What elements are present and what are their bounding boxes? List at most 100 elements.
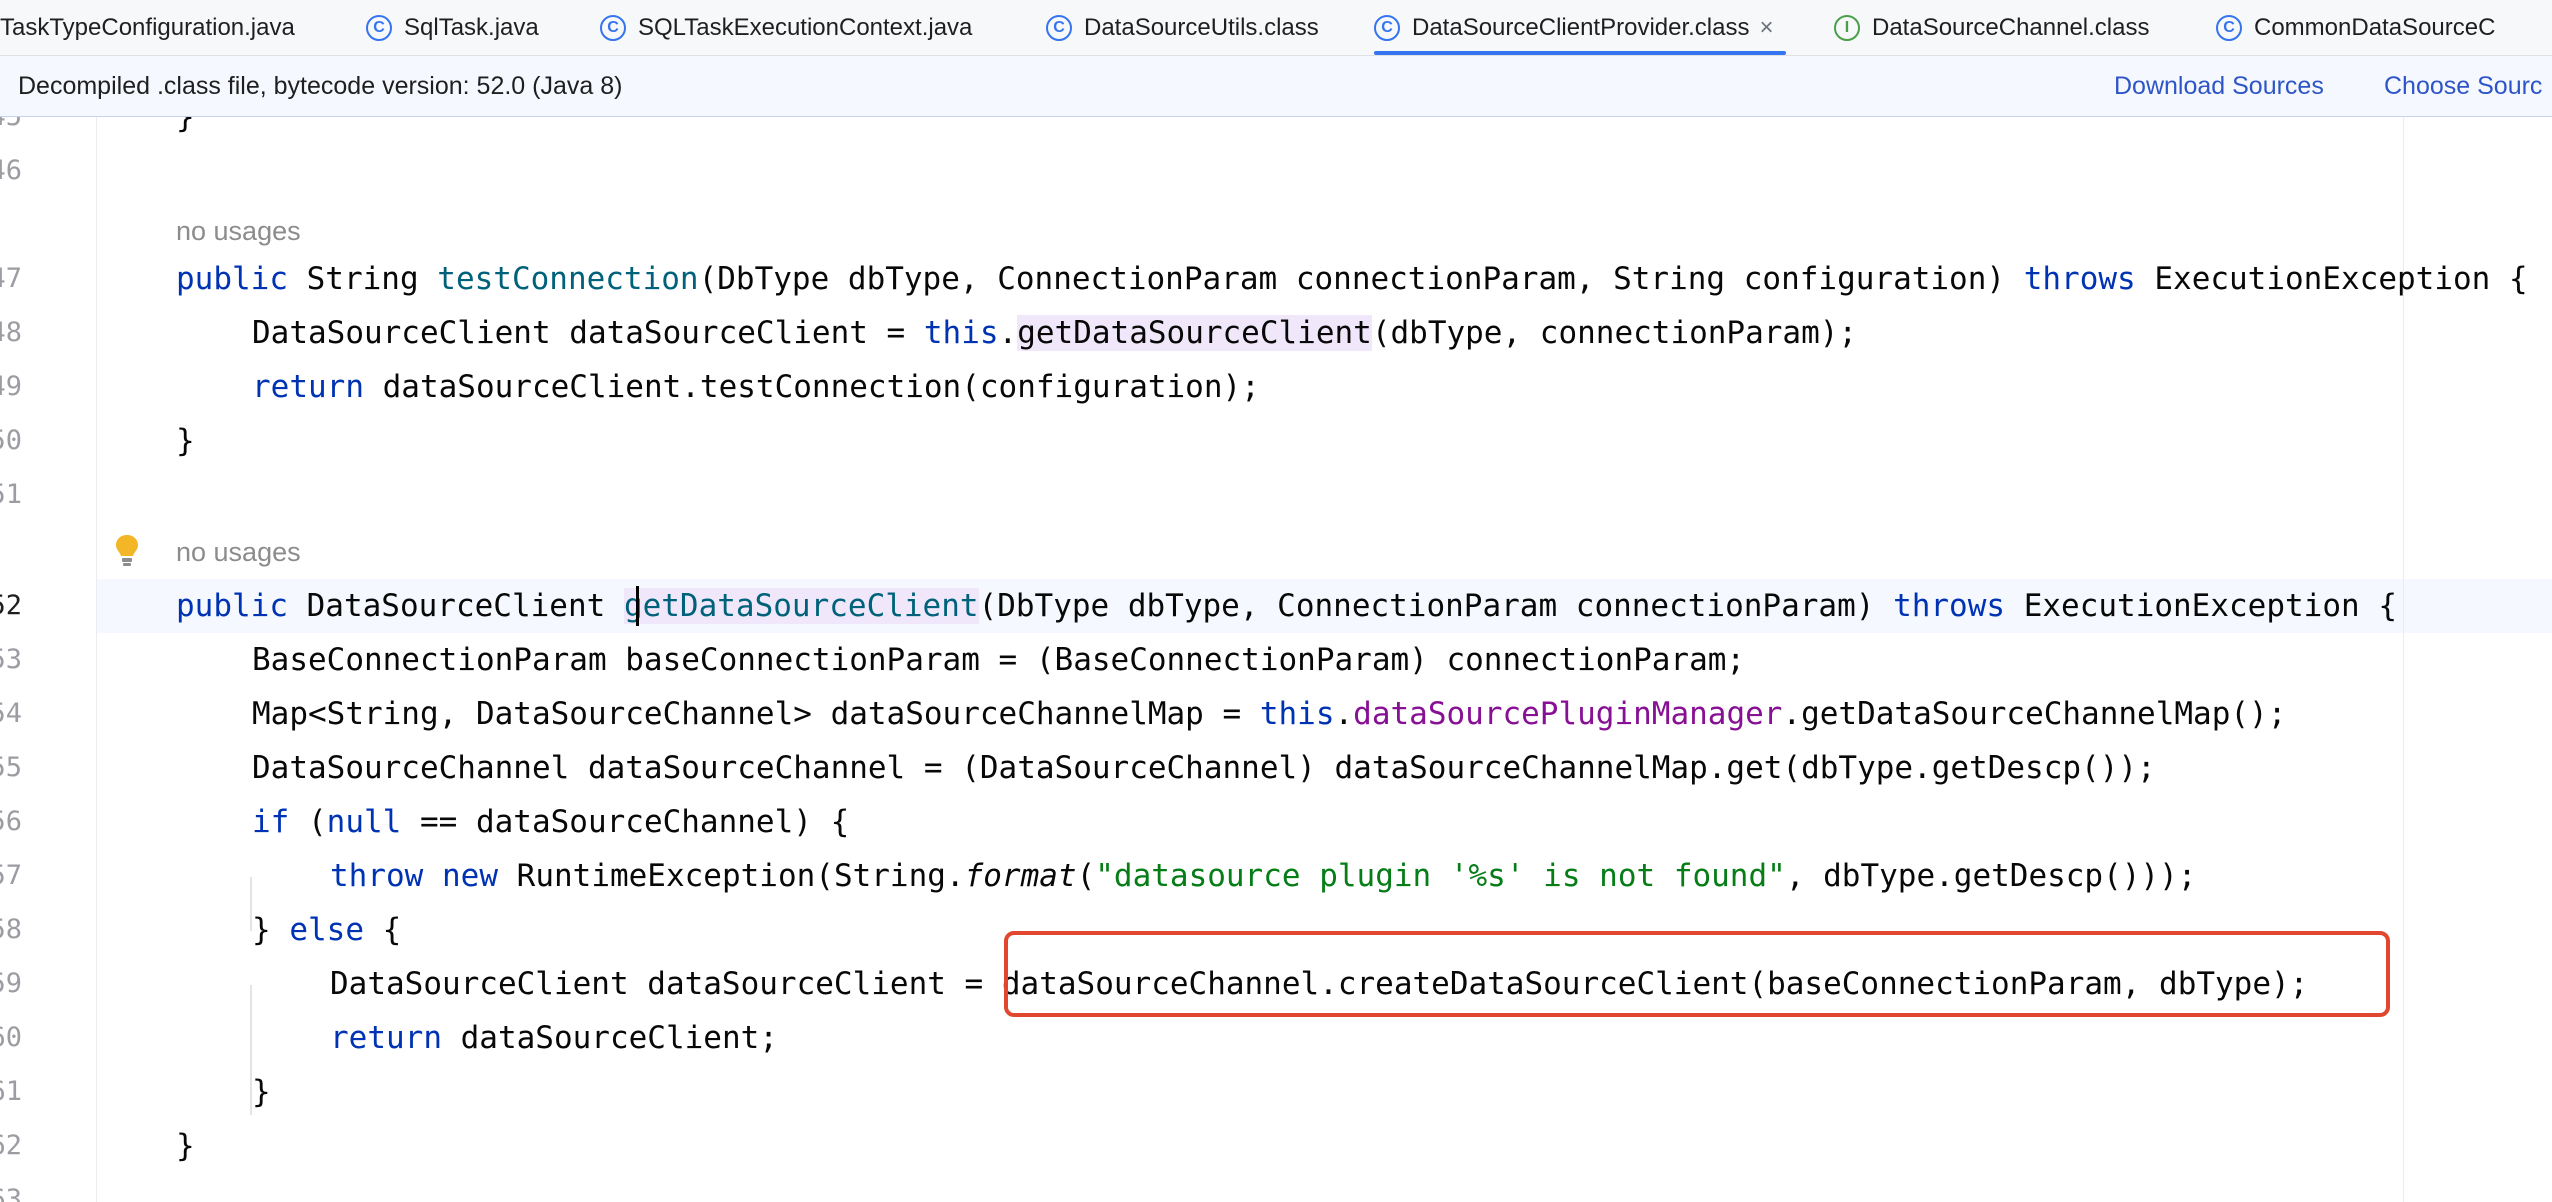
keyword: this (1259, 696, 1335, 732)
code-text: == dataSourceChannel) { (401, 804, 850, 840)
tab-label: DataSourceClientProvider.class (1412, 13, 1750, 41)
download-sources-link[interactable]: Download Sources (2114, 72, 2324, 101)
keyword: null (326, 804, 402, 840)
keyword: throw (330, 858, 424, 894)
tab-label: TaskTypeConfiguration.java (0, 13, 295, 41)
tab-datasource-client-provider[interactable]: C DataSourceClientProvider.class × (1374, 0, 1786, 55)
code-line-48: DataSourceClient dataSourceClient = this… (252, 306, 1857, 360)
class-icon: C (2216, 14, 2242, 41)
code-line-57: throw new RuntimeException(String.format… (330, 849, 2196, 903)
code-editor[interactable]: 45 46 47 48 49 50 51 52 53 54 55 56 57 5… (0, 117, 2552, 1202)
interface-icon: I (1834, 14, 1860, 41)
text-caret (636, 586, 639, 626)
keyword: if (252, 804, 290, 840)
code-text: RuntimeException(String. (498, 858, 965, 894)
keyword: new (442, 858, 498, 894)
code-line-52: public DataSourceClient getDataSourceCli… (176, 579, 2397, 633)
editor-tab-bar: TaskTypeConfiguration.java C SqlTask.jav… (0, 0, 2552, 56)
code-text: String (287, 261, 438, 297)
code-line-56: if (null == dataSourceChannel) { (252, 795, 849, 849)
code-text: { (363, 912, 402, 948)
code-line-47: public String testConnection(DbType dbTy… (176, 252, 2528, 306)
code-line-60: return dataSourceClient; (330, 1011, 778, 1065)
method-usage-highlight[interactable]: getDataSourceClient (1017, 315, 1372, 351)
line-number: 56 (0, 806, 22, 837)
code-text: dataSourceClient.testConnection(configur… (363, 369, 1260, 405)
code-line-49: return dataSourceClient.testConnection(c… (252, 360, 1260, 414)
code-line-53: BaseConnectionParam baseConnectionParam … (252, 642, 1746, 678)
decompiled-notification-banner: Decompiled .class file, bytecode version… (0, 56, 2552, 117)
line-number: 61 (0, 1076, 22, 1107)
tab-sql-task-execution-context[interactable]: C SQLTaskExecutionContext.java (600, 0, 972, 55)
line-number: 46 (0, 155, 22, 186)
code-text: ExecutionException { (2135, 261, 2528, 297)
tab-common-datasource[interactable]: C CommonDataSourceC (2216, 0, 2495, 55)
code-text: . (1334, 696, 1354, 732)
line-number: 55 (0, 752, 22, 783)
class-icon: C (366, 14, 392, 41)
class-icon: C (600, 14, 626, 41)
usages-hint[interactable]: no usages (176, 204, 301, 258)
keyword: public (176, 261, 288, 297)
static-method-call: format (964, 858, 1077, 894)
code-line-50: } (176, 423, 195, 459)
line-number: 58 (0, 914, 22, 945)
line-number: 51 (0, 479, 22, 510)
code-line-61: } (252, 1074, 271, 1110)
keyword: return (330, 1020, 442, 1056)
code-text: ( (289, 804, 327, 840)
code-text: Map<String, DataSourceChannel> dataSourc… (252, 696, 1260, 732)
line-number: 54 (0, 698, 22, 729)
line-number-current: 52 (0, 590, 22, 621)
code-text: DataSourceClient dataSourceClient = (252, 315, 924, 351)
line-number: 59 (0, 968, 22, 999)
keyword: throws (1893, 588, 2006, 624)
code-line-45: } (176, 117, 195, 135)
code-text: DataSourceClient dataSourceClient = (330, 966, 1002, 1002)
line-number: 62 (0, 1130, 22, 1161)
code-text: ( (1076, 858, 1096, 894)
tab-label: CommonDataSourceC (2254, 13, 2496, 41)
keyword: else (289, 912, 364, 948)
choose-sources-link[interactable]: Choose Sourc (2384, 72, 2542, 101)
code-text: .getDataSourceChannelMap(); (1782, 696, 2287, 732)
line-number: 57 (0, 860, 22, 891)
code-line-62: } (176, 1128, 195, 1164)
tab-label: SqlTask.java (404, 13, 539, 41)
keyword: return (252, 369, 364, 405)
line-number: 63 (0, 1184, 22, 1202)
line-number: 47 (0, 263, 22, 294)
code-text: . (998, 315, 1018, 351)
class-icon: C (1374, 14, 1400, 41)
tab-label: DataSourceUtils.class (1084, 13, 1319, 41)
string-literal: "datasource plugin '%s' is not found" (1095, 858, 1786, 894)
line-number: 60 (0, 1022, 22, 1053)
field-reference[interactable]: dataSourcePluginManager (1353, 696, 1782, 732)
banner-message: Decompiled .class file, bytecode version… (18, 72, 623, 100)
code-text: ExecutionException { (2005, 588, 2397, 624)
keyword: throws (2023, 261, 2136, 297)
lightbulb-icon[interactable] (114, 533, 140, 567)
tab-sql-task[interactable]: C SqlTask.java (366, 0, 539, 55)
tab-label: SQLTaskExecutionContext.java (638, 13, 973, 41)
method-declaration[interactable]: testConnection (437, 261, 698, 297)
code-text: } (252, 912, 290, 948)
code-text: (dbType, connectionParam); (1371, 315, 1858, 351)
class-icon: C (1046, 14, 1072, 41)
code-text: dataSourceClient; (441, 1020, 778, 1056)
method-declaration[interactable]: getDataSourceClient (623, 588, 979, 624)
keyword: this (923, 315, 999, 351)
line-number: 45 (0, 117, 22, 144)
code-text: , dbType.getDescp())); (1785, 858, 2197, 894)
line-number: 49 (0, 371, 22, 402)
close-tab-icon[interactable]: × (1760, 14, 1774, 42)
line-number: 50 (0, 425, 22, 456)
tab-datasource-utils[interactable]: C DataSourceUtils.class (1046, 0, 1319, 55)
code-text: (DbType dbType, ConnectionParam connecti… (698, 261, 2024, 297)
code-line-58: } else { (252, 903, 401, 957)
annotation-highlight-box (1004, 931, 2390, 1017)
tab-task-type-configuration[interactable]: TaskTypeConfiguration.java (0, 0, 295, 55)
keyword: public (176, 588, 288, 624)
tab-datasource-channel[interactable]: I DataSourceChannel.class (1834, 0, 2150, 55)
usages-hint[interactable]: no usages (176, 525, 301, 579)
